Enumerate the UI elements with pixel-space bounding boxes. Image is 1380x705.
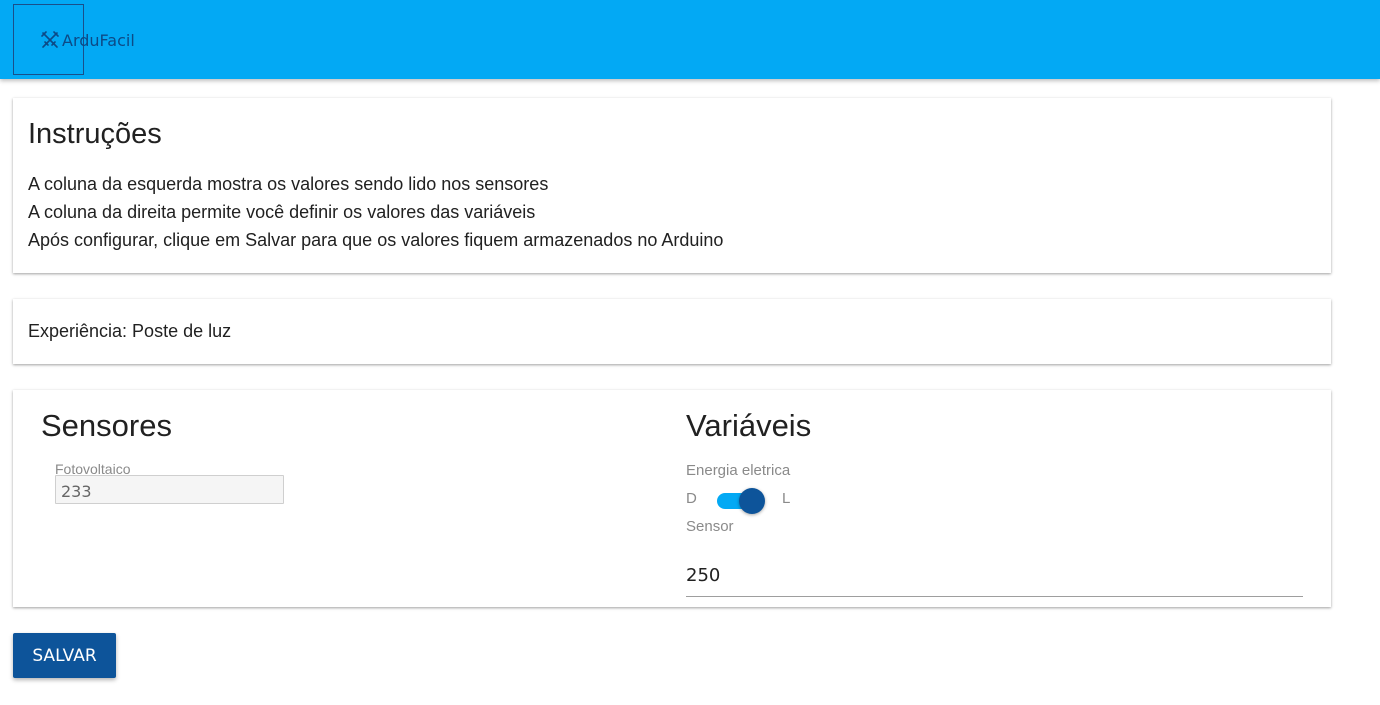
instruction-line: Após configurar, clique em Salvar para q… [28,230,724,250]
energia-eletrica-toggle[interactable] [716,488,768,514]
app-logo[interactable]: ArduFacil [40,29,135,51]
config-card: Sensores Fotovoltaico 233 Variáveis Ener… [13,390,1331,607]
instructions-title: Instruções [28,118,162,150]
sensors-title: Sensores [41,408,172,443]
sensor-variable-label: Sensor [686,518,734,535]
energia-toggle-label: Energia eletrica [686,462,791,479]
top-app-bar: ArduFacil [0,0,1380,79]
instructions-card: Instruções A coluna da esquerda mostra o… [13,98,1331,273]
toggle-thumb[interactable] [739,488,765,514]
toggle-off-label: D [686,490,697,507]
experiment-card: Experiência: Poste de luz [13,299,1331,364]
sensor-variable-input[interactable] [686,555,1303,597]
sensor-fotovoltaico-readout: 233 [55,475,284,504]
instruction-line: A coluna da esquerda mostra os valores s… [28,174,549,194]
variables-title: Variáveis [686,408,812,443]
instruction-line: A coluna da direita permite você definir… [28,202,536,222]
toggle-on-label: L [782,490,791,507]
logo-text: ArduFacil [62,30,135,50]
experiment-name: Experiência: Poste de luz [28,321,232,341]
save-button[interactable]: Salvar [13,633,116,678]
crossed-tools-icon [40,30,60,50]
